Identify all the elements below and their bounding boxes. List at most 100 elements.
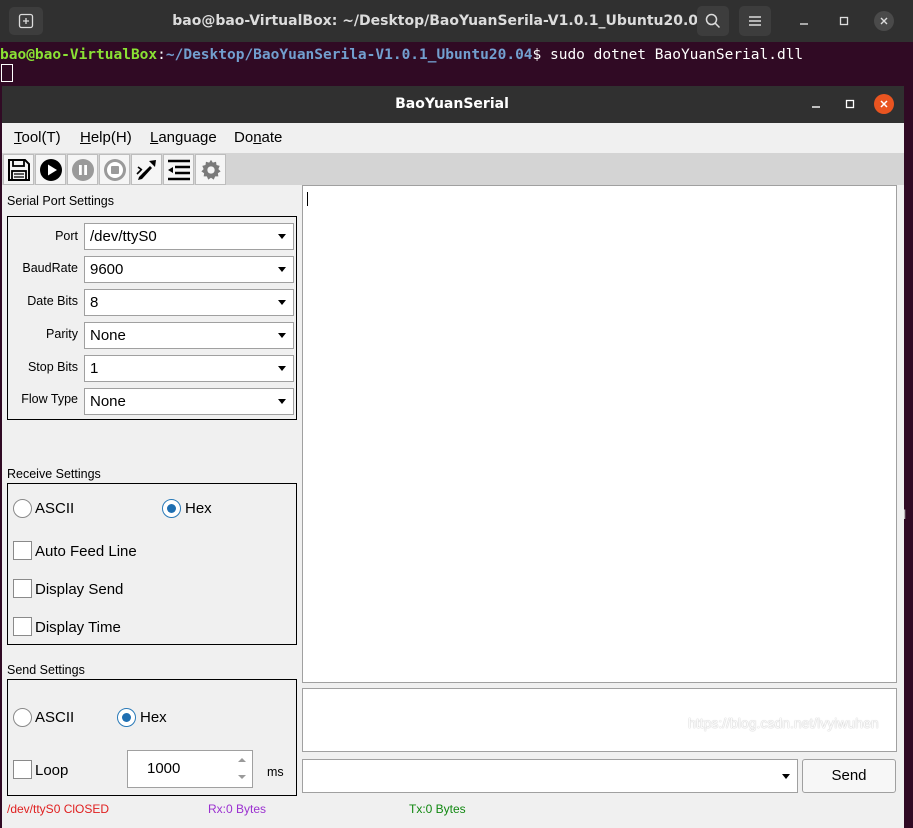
loop-checkbox[interactable] — [13, 760, 32, 779]
menu-language-post: anguage — [158, 129, 217, 146]
app-minimize-button[interactable] — [806, 94, 826, 114]
menu-donate[interactable]: Donate — [234, 129, 282, 146]
send-settings-group: ASCII Hex Loop 1000 ms — [7, 679, 297, 796]
terminal-maximize-button[interactable] — [834, 11, 854, 31]
status-port-state: /dev/ttyS0 ClOSED — [7, 802, 110, 816]
stop-icon — [103, 158, 126, 181]
stop-bits-label: Stop Bits — [27, 360, 78, 374]
list-button[interactable] — [163, 154, 194, 185]
display-time-checkbox[interactable] — [13, 617, 32, 636]
parity-label: Parity — [46, 327, 78, 341]
terminal-minimize-button[interactable] — [794, 11, 814, 31]
text-caret — [307, 192, 308, 206]
parity-select[interactable]: None — [84, 322, 294, 349]
menu-tool[interactable]: Tool(T) — [14, 129, 61, 146]
send-hex-radio[interactable] — [117, 708, 136, 727]
menu-help-accel: H — [80, 129, 91, 146]
receive-textarea[interactable] — [302, 185, 897, 683]
flow-type-value: None — [90, 393, 126, 410]
close-icon — [880, 17, 888, 25]
menu-help[interactable]: Help(H) — [80, 129, 132, 146]
pause-icon — [71, 158, 94, 181]
loop-label: Loop — [35, 762, 69, 779]
toolbar — [2, 153, 904, 185]
data-bits-label: Date Bits — [27, 294, 78, 308]
new-tab-icon — [18, 13, 34, 29]
send-ascii-radio[interactable] — [13, 708, 32, 727]
baudrate-value: 9600 — [90, 261, 124, 278]
gear-icon — [200, 159, 221, 180]
status-tx: Tx:0 Bytes — [409, 802, 466, 816]
chevron-down-icon — [278, 267, 286, 272]
status-rx: Rx:0 Bytes — [208, 802, 267, 816]
port-select[interactable]: /dev/ttyS0 — [84, 223, 294, 250]
terminal-close-button[interactable] — [874, 11, 894, 31]
menu-tool-accel: T — [14, 129, 22, 146]
loop-interval-spinbox[interactable]: 1000 — [127, 750, 253, 788]
auto-feed-line-checkbox[interactable] — [13, 541, 32, 560]
port-label: Port — [55, 229, 78, 243]
serial-settings-group: Port /dev/ttyS0 BaudRate 9600 Date Bits … — [7, 216, 297, 420]
receive-hex-label: Hex — [185, 500, 212, 517]
menu-tool-post: ool(T) — [21, 129, 61, 146]
receive-settings-title: Receive Settings — [7, 467, 101, 481]
data-bits-select[interactable]: 8 — [84, 289, 294, 316]
minimize-icon — [812, 106, 820, 108]
terminal-search-button[interactable] — [697, 6, 729, 36]
chevron-down-icon — [278, 300, 286, 305]
stop-button[interactable] — [99, 154, 130, 185]
port-value: /dev/ttyS0 — [90, 228, 157, 245]
list-icon — [167, 159, 190, 180]
send-ascii-label: ASCII — [35, 709, 75, 726]
serial-settings-title: Serial Port Settings — [7, 194, 114, 208]
maximize-icon — [839, 16, 849, 26]
app-titlebar: BaoYuanSerial — [2, 86, 904, 123]
receive-hex-radio[interactable] — [162, 499, 181, 518]
receive-ascii-radio[interactable] — [13, 499, 32, 518]
stop-bits-select[interactable]: 1 — [84, 355, 294, 382]
data-bits-value: 8 — [90, 294, 99, 311]
save-button[interactable] — [3, 154, 34, 185]
send-button[interactable]: Send — [802, 759, 896, 793]
terminal-edge-text: l — [903, 508, 907, 522]
chevron-down-icon — [782, 774, 790, 779]
receive-ascii-label: ASCII — [35, 500, 75, 517]
chevron-down-icon — [278, 399, 286, 404]
app-title: BaoYuanSerial — [395, 96, 509, 112]
play-icon — [39, 158, 62, 181]
menu-language[interactable]: Language — [150, 129, 217, 146]
display-send-checkbox[interactable] — [13, 579, 32, 598]
hamburger-icon — [749, 16, 761, 26]
app-maximize-button[interactable] — [840, 94, 860, 114]
prompt-symbol: $ — [532, 47, 542, 63]
chevron-down-icon — [278, 366, 286, 371]
spin-down-icon[interactable] — [238, 775, 246, 779]
play-button[interactable] — [35, 154, 66, 185]
send-history-select[interactable] — [302, 759, 798, 793]
settings-button[interactable] — [195, 154, 226, 185]
menu-bar: Tool(T) Help(H) Language Donate — [2, 123, 904, 153]
menu-donate-accel: n — [253, 129, 262, 146]
menu-donate-pre: Do — [234, 129, 254, 146]
baudrate-select[interactable]: 9600 — [84, 256, 294, 283]
terminal-cursor — [1, 64, 13, 82]
loop-interval-unit: ms — [267, 765, 284, 779]
flow-type-label: Flow Type — [21, 392, 78, 406]
display-time-label: Display Time — [35, 619, 121, 636]
terminal-command-line: bao@bao-VirtualBox:~/Desktop/BaoYuanSeri… — [0, 47, 803, 65]
receive-settings-group: ASCII Hex Auto Feed Line Display Send Di… — [7, 483, 297, 645]
menu-help-post: elp(H) — [90, 129, 132, 146]
broom-icon — [135, 159, 156, 180]
parity-value: None — [90, 327, 126, 344]
terminal-menu-button[interactable] — [739, 6, 771, 36]
display-send-label: Display Send — [35, 581, 124, 598]
clear-button[interactable] — [131, 154, 162, 185]
send-settings-title: Send Settings — [7, 663, 85, 677]
chevron-down-icon — [278, 234, 286, 239]
spin-up-icon[interactable] — [238, 758, 246, 762]
flow-type-select[interactable]: None — [84, 388, 294, 415]
auto-feed-line-label: Auto Feed Line — [35, 543, 137, 560]
app-close-button[interactable] — [874, 94, 894, 114]
new-tab-button[interactable] — [9, 7, 43, 35]
pause-button[interactable] — [67, 154, 98, 185]
